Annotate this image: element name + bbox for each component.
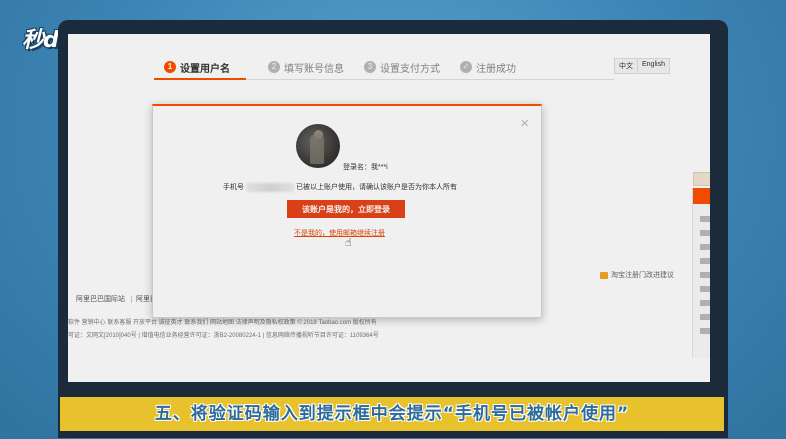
browser-screen: 1 设置用户名 2 填写账号信息 3 设置支付方式 ✓ 注册成功 中文 Engl…	[68, 34, 710, 382]
subtitle-bar: 五、将验证码输入到提示框中会提示“手机号已被帐户使用”	[60, 397, 724, 431]
side-tab[interactable]	[693, 172, 710, 186]
side-item[interactable]	[700, 300, 710, 306]
step-1-label: 设置用户名	[180, 63, 230, 75]
step-3-label: 设置支付方式	[380, 63, 440, 75]
step-2-number: 2	[268, 61, 280, 73]
step-3: 3 设置支付方式	[364, 58, 440, 76]
step-1: 1 设置用户名	[164, 58, 230, 76]
phone-prefix: 手机号	[223, 184, 244, 191]
footer-license-row: 可证：文网文[2010]040号 | 增值电信业务经营许可证：浙B2-20080…	[68, 333, 379, 339]
footer-nav-row: 软件 营销中心 联系客服 开放平台 诚征英才 联系我们 网站地图 法律声明及隐私…	[68, 320, 377, 326]
right-side-panel	[692, 172, 710, 358]
steps-progress-line	[154, 78, 614, 80]
lang-chinese-button[interactable]: 中文	[615, 59, 637, 73]
registration-steps: 1 设置用户名 2 填写账号信息 3 设置支付方式 ✓ 注册成功	[164, 58, 634, 78]
account-exists-dialog: × 登录名：我***i 手机号 已被以上账户使用，请确认该账户是否为你本人所有 …	[152, 104, 542, 318]
phone-message: 手机号 已被以上账户使用，请确认该账户是否为你本人所有	[223, 182, 457, 192]
step-3-number: 3	[364, 61, 376, 73]
side-item[interactable]	[700, 328, 710, 334]
side-item[interactable]	[700, 314, 710, 320]
step-4: ✓ 注册成功	[460, 58, 516, 76]
subtitle-text: 五、将验证码输入到提示框中会提示“手机号已被帐户使用”	[154, 404, 630, 424]
step-2-label: 填写账号信息	[284, 63, 344, 75]
avatar-body	[310, 134, 324, 164]
lang-english-button[interactable]: English	[637, 59, 669, 73]
redacted-phone-number	[246, 182, 294, 192]
phone-message-text: 已被以上账户使用，请确认该账户是否为你本人所有	[296, 184, 457, 191]
step-1-number: 1	[164, 61, 176, 73]
footer-link[interactable]: 阿里巴巴国际站	[76, 296, 125, 303]
side-panel-header	[693, 188, 710, 204]
feedback-icon	[600, 271, 608, 279]
feedback-label: 淘宝注册门改进建议	[611, 272, 674, 279]
step-2: 2 填写账号信息	[268, 58, 344, 76]
account-name: 登录名：我***i	[343, 164, 388, 171]
feedback-link[interactable]: 淘宝注册门改进建议	[600, 270, 674, 280]
hand-pointer-icon: ☝	[345, 237, 352, 249]
footer-links: 阿里巴巴国际站 阿里巴巴	[76, 294, 164, 304]
avatar	[296, 124, 340, 168]
register-with-email-link[interactable]: 不是我的，使用邮箱继续注册	[294, 228, 385, 238]
check-icon: ✓	[460, 61, 472, 73]
side-item[interactable]	[700, 258, 710, 264]
side-item[interactable]	[700, 230, 710, 236]
language-switcher: 中文 English	[614, 58, 670, 74]
login-now-button[interactable]: 该账户是我的，立即登录	[287, 200, 405, 218]
step-4-label: 注册成功	[476, 63, 516, 75]
side-item[interactable]	[700, 286, 710, 292]
close-icon[interactable]: ×	[520, 116, 529, 131]
steps-progress-highlight	[154, 78, 246, 80]
side-item[interactable]	[700, 216, 710, 222]
side-item[interactable]	[700, 272, 710, 278]
side-item[interactable]	[700, 244, 710, 250]
